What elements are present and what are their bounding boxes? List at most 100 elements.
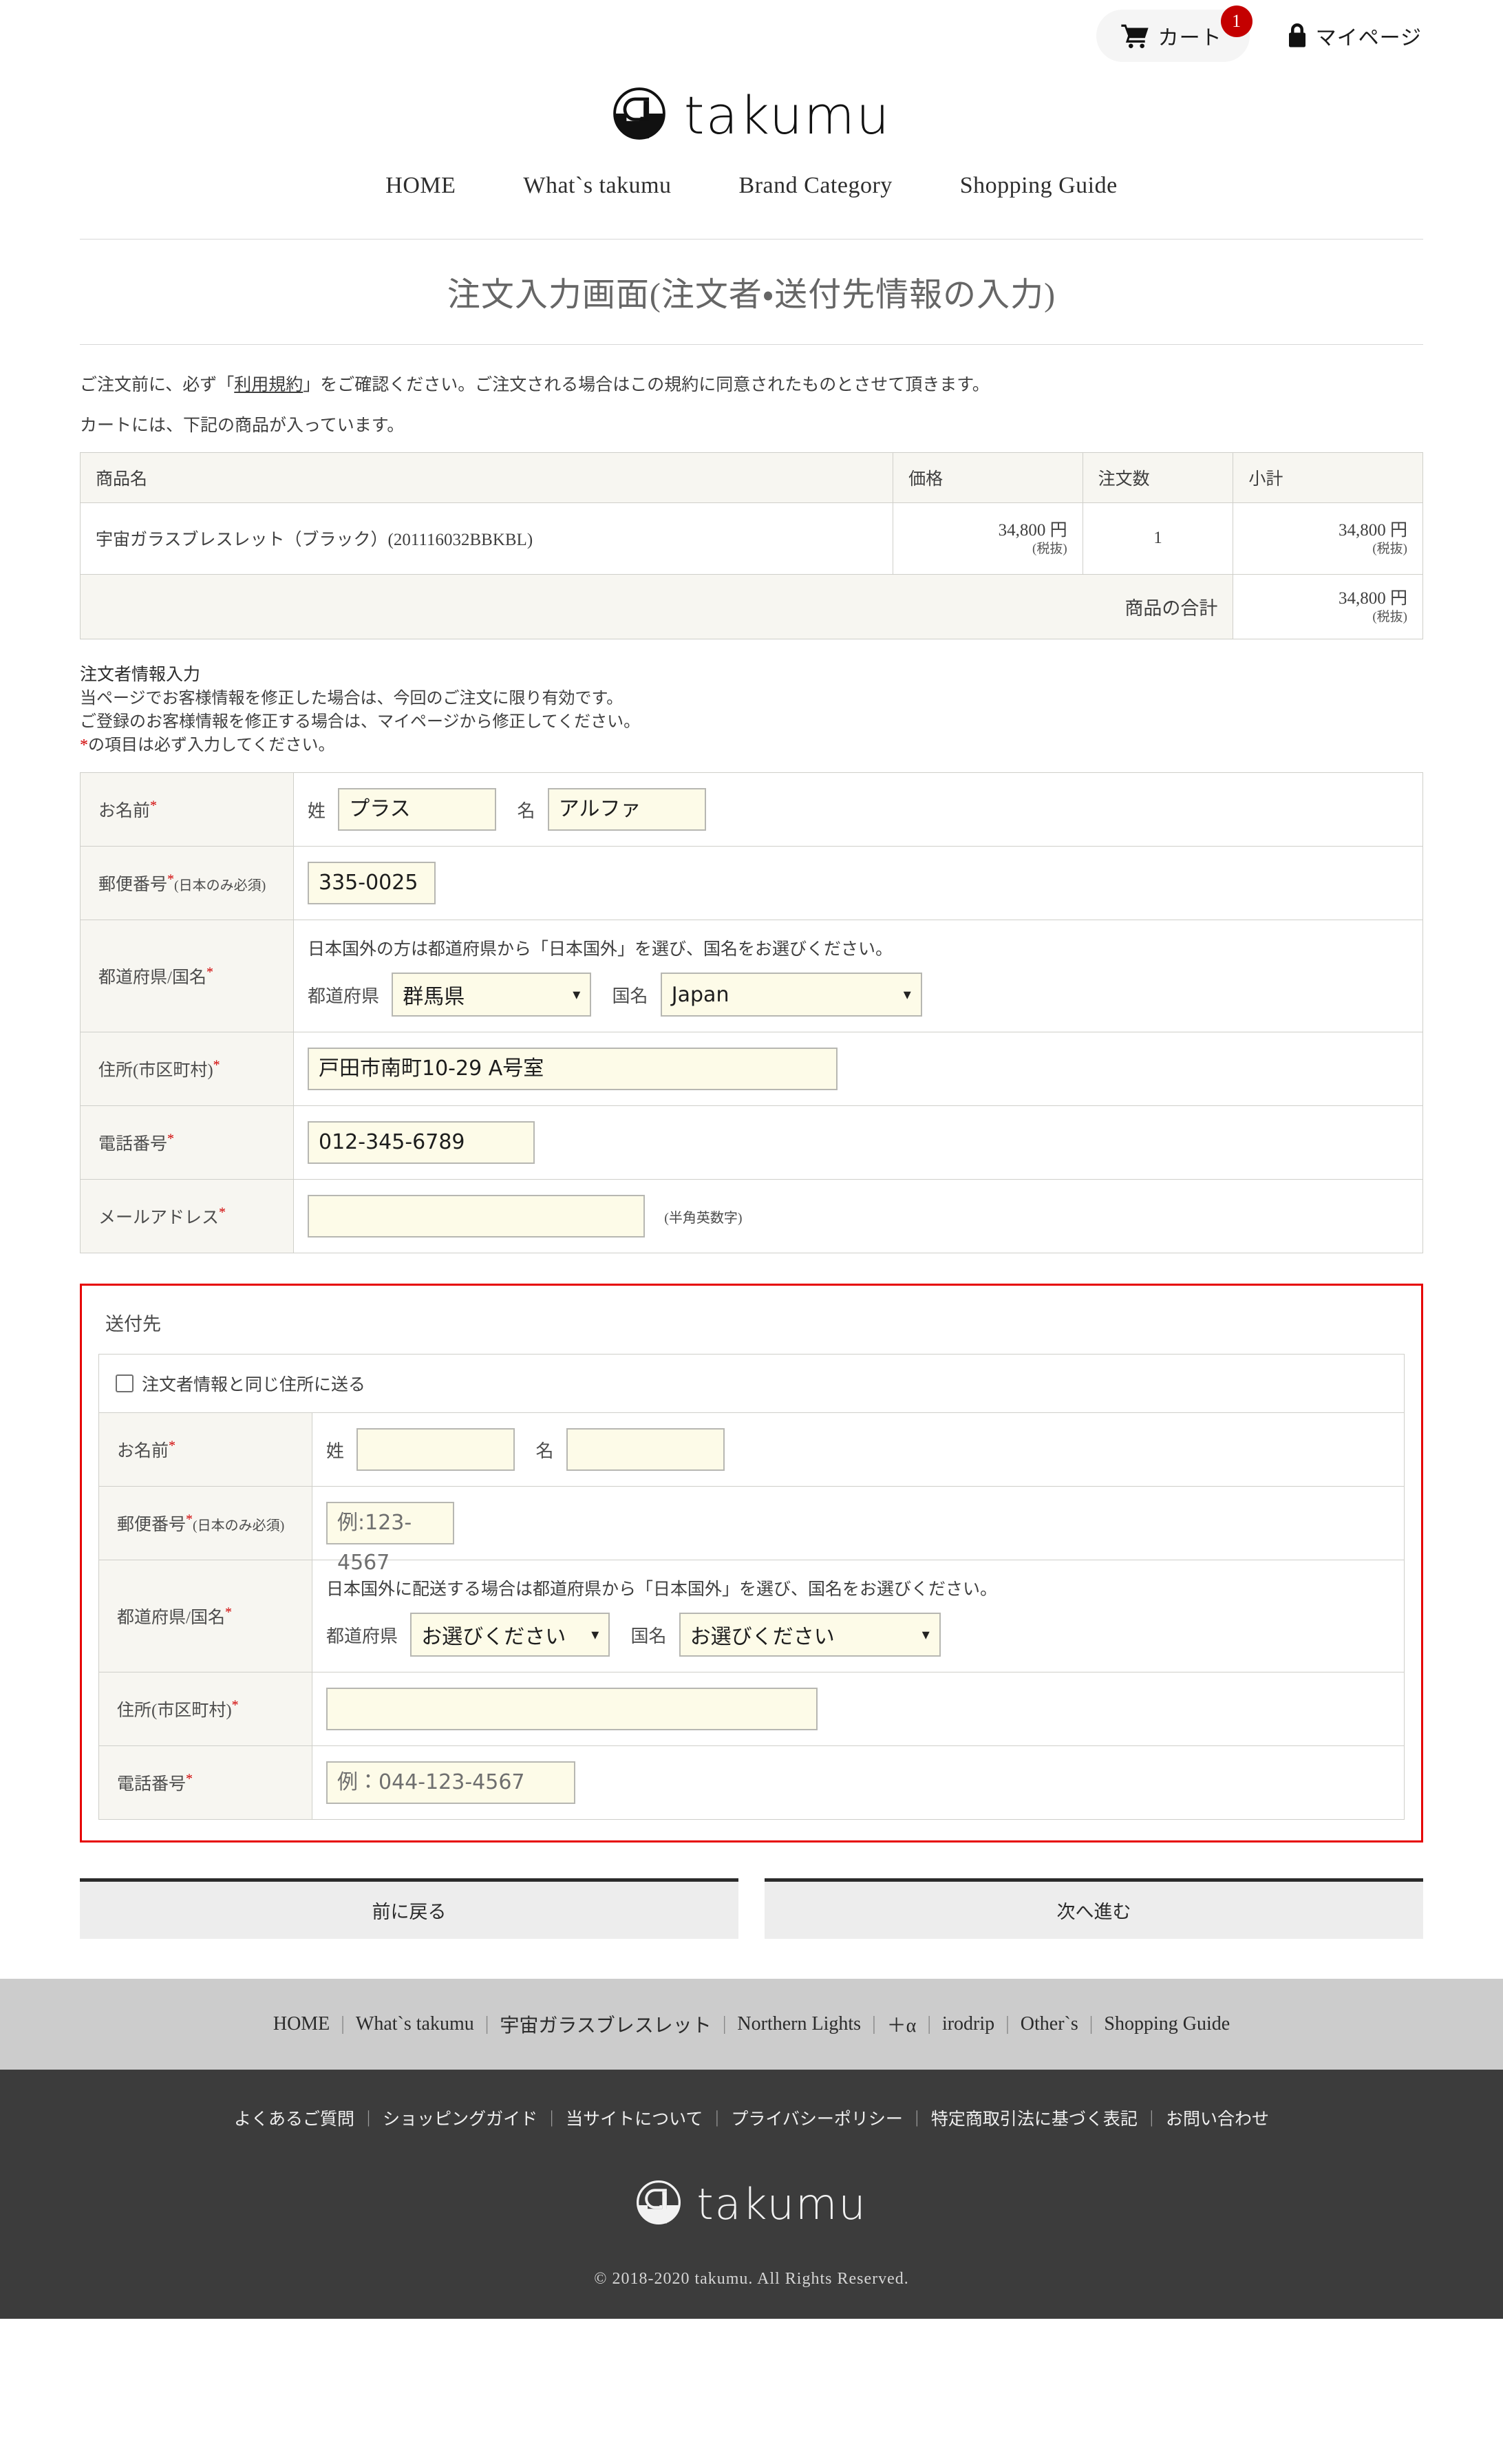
mypage-button[interactable]: マイページ bbox=[1287, 21, 1422, 51]
footer-link-shopping-guide[interactable]: Shopping Guide bbox=[1093, 2013, 1241, 2035]
cart-item-price: 34,800 円 (税抜) bbox=[893, 502, 1083, 575]
footer-link-about[interactable]: 当サイトについて bbox=[553, 2105, 715, 2130]
shipping-mei-label: 名 bbox=[535, 1441, 554, 1461]
footer-link-northern-lights[interactable]: Northern Lights bbox=[726, 2013, 872, 2035]
chevron-down-icon: ▾ bbox=[573, 986, 581, 1003]
cart-button[interactable]: カート 1 bbox=[1096, 6, 1252, 62]
back-button[interactable]: 前に戻る bbox=[80, 1878, 738, 1940]
orderer-prefecture-select[interactable]: 群馬県 ▾ bbox=[392, 973, 592, 1017]
chevron-down-icon: ▾ bbox=[903, 986, 911, 1003]
shipping-address-input[interactable] bbox=[326, 1688, 818, 1731]
footer-link-whats-takumu[interactable]: What`s takumu bbox=[345, 2013, 485, 2035]
orderer-notes: 注文者情報入力 当ページでお客様情報を修正した場合は、今回のご注文に限り有効です… bbox=[80, 639, 1423, 758]
footer-link-home[interactable]: HOME bbox=[262, 2013, 341, 2035]
copyright-text: © 2018-2020 takumu. All Rights Reserved. bbox=[594, 2270, 909, 2288]
orderer-pref-label: 都道府県/国名* bbox=[80, 920, 294, 1033]
cart-item-price-tax-note: (税抜) bbox=[1032, 541, 1067, 556]
footer-link-shopping-guide-dark[interactable]: ショッピングガイド bbox=[370, 2105, 550, 2130]
footer-link-tokusho[interactable]: 特定商取引法に基づく表記 bbox=[919, 2105, 1150, 2130]
shipping-tel-input[interactable]: 例：044-123-4567 bbox=[326, 1761, 575, 1805]
orderer-email-input[interactable] bbox=[308, 1195, 645, 1238]
shipping-country-value: お選びください bbox=[690, 1625, 835, 1650]
table-row: 宇宙ガラスブレスレット（ブラック）(201116032BBKBL) 34,800… bbox=[79, 502, 1423, 575]
chevron-down-icon: ▾ bbox=[591, 1626, 599, 1644]
shipping-name-cell: 姓 名 bbox=[312, 1412, 1405, 1487]
shipping-pref-sub-label: 都道府県 bbox=[326, 1626, 398, 1646]
orderer-address-cell: 戸田市南町10-29 A号室 bbox=[293, 1032, 1423, 1107]
orderer-address-row: 住所(市区町村)* 戸田市南町10-29 A号室 bbox=[80, 1032, 1423, 1107]
utility-bar: カート 1 マイページ bbox=[0, 0, 1503, 72]
footer-link-irodrip[interactable]: irodrip bbox=[931, 2013, 1005, 2035]
intro-after: 」をご確認ください。ご注文される場合はこの規約に同意されたものとさせて頂きます。 bbox=[303, 376, 990, 394]
required-marker: * bbox=[231, 1697, 239, 1713]
footer-category-nav: HOME | What`s takumu | 宇宙ガラスブレスレット | Northe… bbox=[0, 1979, 1503, 2070]
footer-link-uchu-glass-bracelet[interactable]: 宇宙ガラスブレスレット bbox=[489, 2010, 722, 2038]
site-logo[interactable]: takumu bbox=[0, 72, 1503, 144]
mypage-label: マイページ bbox=[1315, 27, 1422, 50]
orderer-zip-input[interactable]: 335-0025 bbox=[308, 862, 436, 905]
cart-item-subtotal-tax-note: (税抜) bbox=[1372, 541, 1407, 556]
orderer-tel-input[interactable]: 012-345-6789 bbox=[308, 1121, 535, 1165]
orderer-mail-label: メールアドレス* bbox=[80, 1179, 294, 1254]
orderer-first-name-input[interactable]: アルファ bbox=[547, 788, 706, 831]
required-marker: * bbox=[224, 1604, 232, 1620]
cart-icon bbox=[1120, 23, 1149, 48]
footer-info-nav: よくあるご質問 | ショッピングガイド | 当サイトについて | プライバシーポリシー… bbox=[0, 2105, 1503, 2130]
orderer-mail-row: メールアドレス* (半角英数字) bbox=[80, 1179, 1423, 1254]
shipping-name-label: お名前* bbox=[98, 1412, 312, 1487]
nav-item-brand-category[interactable]: Brand Category bbox=[739, 173, 893, 199]
footer-link-others[interactable]: Other`s bbox=[1010, 2013, 1089, 2035]
orderer-note-2: ご登録のお客様情報を修正する場合は、マイページから修正してください。 bbox=[80, 713, 641, 732]
footer-logo[interactable]: takumu bbox=[0, 2180, 1503, 2229]
same-address-checkbox-row[interactable]: 注文者情報と同じ住所に送る bbox=[98, 1354, 1405, 1413]
shipping-title: 送付先 bbox=[105, 1314, 161, 1335]
footer-dark: よくあるご質問 | ショッピングガイド | 当サイトについて | プライバシーポリシー… bbox=[0, 2070, 1503, 2319]
footer-link-privacy-policy[interactable]: プライバシーポリシー bbox=[718, 2105, 915, 2130]
shipping-tel-label: 電話番号* bbox=[98, 1745, 312, 1820]
footer-link-faq[interactable]: よくあるご質問 bbox=[222, 2105, 367, 2130]
brand-wordmark: takumu bbox=[683, 84, 891, 146]
required-asterisk: * bbox=[80, 736, 88, 755]
orderer-country-select[interactable]: Japan ▾ bbox=[660, 973, 922, 1017]
shipping-pref-label-text: 都道府県/国名 bbox=[117, 1608, 225, 1628]
terms-link[interactable]: 利用規約 bbox=[234, 376, 303, 394]
cart-header-subtotal: 小計 bbox=[1233, 452, 1423, 503]
orderer-heading: 注文者情報入力 bbox=[80, 665, 201, 684]
required-marker: * bbox=[219, 1204, 226, 1220]
cart-total-value: 34,800 円 bbox=[1338, 588, 1407, 608]
orderer-tel-cell: 012-345-6789 bbox=[293, 1105, 1423, 1180]
cart-header-price: 価格 bbox=[893, 452, 1083, 503]
shipping-pref-row: 都道府県/国名* 日本国外に配送する場合は都道府県から「日本国外」を選び、国名を… bbox=[98, 1560, 1405, 1673]
shipping-address-cell bbox=[312, 1672, 1405, 1747]
required-marker: * bbox=[213, 1057, 220, 1073]
required-marker: * bbox=[167, 871, 175, 887]
nav-item-home[interactable]: HOME bbox=[385, 173, 456, 199]
orderer-zip-sub: (日本のみ必須) bbox=[174, 878, 266, 894]
takumu-logo-icon bbox=[612, 87, 666, 144]
orderer-last-name-input[interactable]: プラス bbox=[338, 788, 497, 831]
nav-item-whats-takumu[interactable]: What`s takumu bbox=[523, 173, 671, 199]
nav-item-shopping-guide[interactable]: Shopping Guide bbox=[960, 173, 1118, 199]
next-button[interactable]: 次へ進む bbox=[765, 1878, 1423, 1940]
required-marker: * bbox=[169, 1438, 176, 1454]
cart-total-label: 商品の合計 bbox=[79, 573, 1234, 639]
page-title-container: 注文入力画面(注文者・送付先情報の入力) bbox=[80, 239, 1423, 345]
same-address-checkbox[interactable] bbox=[116, 1374, 134, 1393]
footer-link-plus-alpha[interactable]: ＋α bbox=[876, 2010, 928, 2038]
required-marker: * bbox=[167, 1131, 175, 1147]
shipping-zip-input[interactable]: 例:123-4567 bbox=[326, 1502, 454, 1575]
shipping-last-name-input[interactable] bbox=[356, 1428, 515, 1472]
cart-label: カート bbox=[1158, 27, 1222, 50]
cart-header-qty: 注文数 bbox=[1082, 452, 1234, 503]
orderer-pref-note: 日本国外の方は都道府県から「日本国外」を選び、国名をお選びください。 bbox=[308, 940, 893, 959]
shipping-first-name-input[interactable] bbox=[566, 1428, 725, 1472]
shipping-country-select[interactable]: お選びください ▾ bbox=[679, 1613, 941, 1657]
lock-icon bbox=[1287, 23, 1308, 48]
orderer-name-label-text: お名前 bbox=[98, 802, 151, 821]
orderer-mail-label-text: メールアドレス bbox=[98, 1209, 220, 1228]
shipping-pref-cell: 日本国外に配送する場合は都道府県から「日本国外」を選び、国名をお選びください。 … bbox=[312, 1560, 1405, 1673]
footer-link-contact[interactable]: お問い合わせ bbox=[1153, 2105, 1281, 2130]
orderer-address-input[interactable]: 戸田市南町10-29 A号室 bbox=[308, 1048, 838, 1091]
main-navigation: HOME What`s takumu Brand Category Shoppi… bbox=[0, 144, 1503, 231]
shipping-prefecture-select[interactable]: お選びください ▾ bbox=[410, 1613, 610, 1657]
